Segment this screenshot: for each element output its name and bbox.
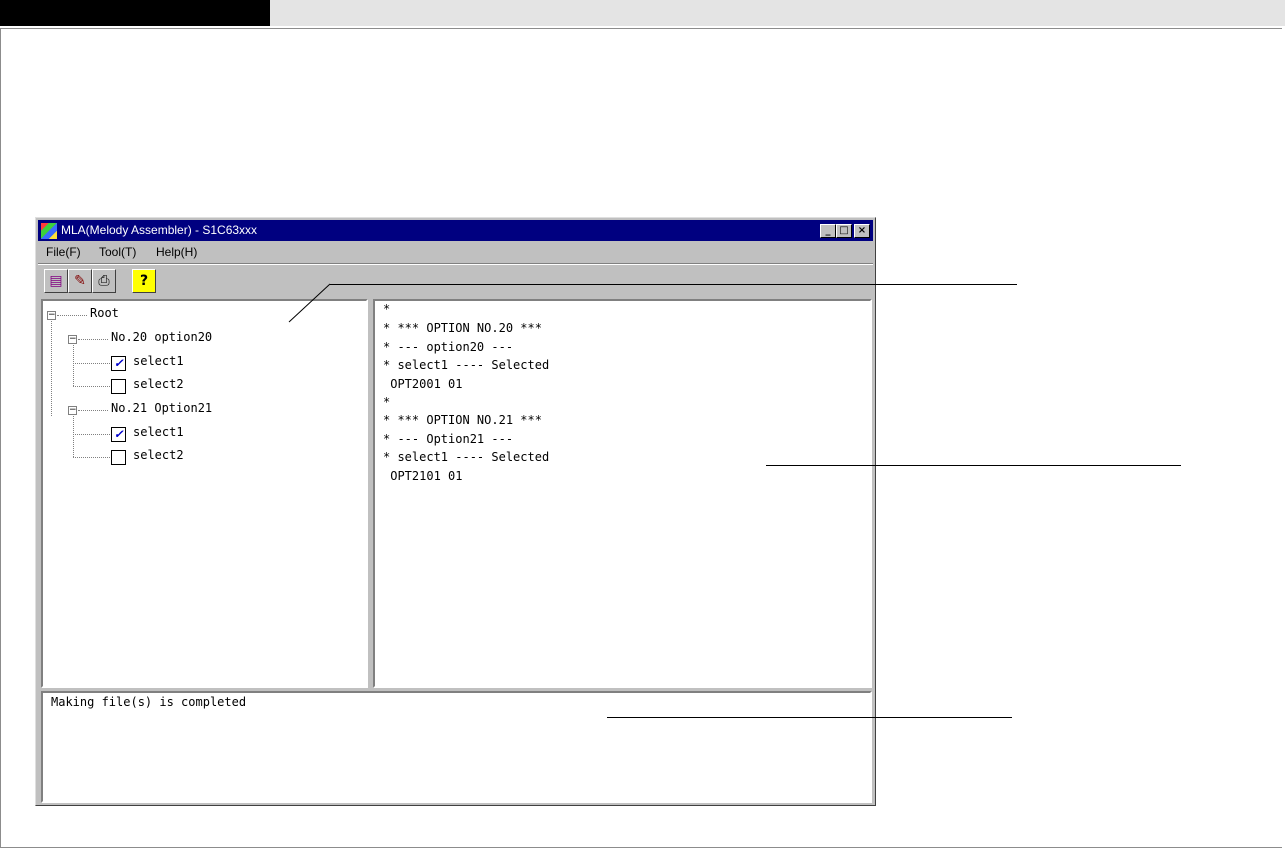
tree-connector	[73, 386, 110, 387]
collapse-icon[interactable]: −	[47, 311, 56, 320]
output-line: * *** OPTION NO.20 ***	[383, 321, 542, 335]
select1-checkbox[interactable]: ✓	[111, 427, 126, 442]
output-text-pane[interactable]: * * *** OPTION NO.20 *** * --- option20 …	[373, 299, 872, 688]
tree-option-21[interactable]: No.21 Option21	[111, 401, 212, 415]
tree-select-label[interactable]: select1	[133, 425, 184, 439]
tree-option-20[interactable]: No.20 option20	[111, 330, 212, 344]
menu-bar: File(F) Tool(T) Help(H)	[38, 242, 873, 262]
tree-connector	[78, 339, 108, 340]
tree-select-label[interactable]: select2	[133, 377, 184, 391]
callout-line-message	[607, 717, 1012, 718]
callout-line-output	[766, 465, 1181, 466]
tree-connector	[73, 434, 110, 435]
toolbar: ▤ ✎ ⎙ ?	[38, 266, 873, 294]
collapse-icon[interactable]: −	[68, 406, 77, 415]
tree-connector	[51, 321, 52, 416]
output-line: * select1 ---- Selected	[383, 450, 550, 464]
select1-checkbox[interactable]: ✓	[111, 356, 126, 371]
output-line: * --- option20 ---	[383, 340, 514, 354]
menu-tool[interactable]: Tool(T)	[99, 245, 136, 259]
callout-line-tree	[330, 284, 1017, 285]
menu-file[interactable]: File(F)	[46, 245, 81, 259]
output-line: *	[383, 395, 391, 409]
tree-connector	[78, 410, 108, 411]
window-title: MLA(Melody Assembler) - S1C63xxx	[61, 223, 258, 237]
tree-root[interactable]: Root	[90, 306, 119, 320]
print-icon[interactable]: ⎙	[92, 269, 116, 293]
collapse-icon[interactable]: −	[68, 335, 77, 344]
status-message: Making file(s) is completed	[51, 695, 247, 709]
app-icon[interactable]	[41, 223, 57, 239]
edit-icon[interactable]: ✎	[68, 269, 92, 293]
tree-select-label[interactable]: select1	[133, 354, 184, 368]
menu-help[interactable]: Help(H)	[156, 245, 197, 259]
output-line: *	[383, 302, 391, 316]
callout-leader-tree	[288, 283, 331, 323]
tree-connector	[73, 345, 74, 386]
select2-checkbox[interactable]	[111, 379, 126, 394]
message-pane[interactable]: Making file(s) is completed	[41, 691, 872, 803]
tree-connector	[73, 363, 110, 364]
output-line: * *** OPTION NO.21 ***	[383, 413, 542, 427]
menu-separator	[38, 263, 873, 265]
title-bar[interactable]: MLA(Melody Assembler) - S1C63xxx _ □ ×	[38, 220, 873, 241]
tree-select-label[interactable]: select2	[133, 448, 184, 462]
page-header-gray-band	[270, 0, 1285, 26]
output-line: * select1 ---- Selected	[383, 358, 550, 372]
make-file-icon[interactable]: ▤	[44, 269, 68, 293]
tree-connector	[73, 457, 110, 458]
close-button[interactable]: ×	[854, 224, 870, 238]
output-line: OPT2001 01	[383, 377, 463, 391]
page-header-black-block	[0, 0, 270, 26]
help-icon[interactable]: ?	[132, 269, 156, 293]
maximize-button[interactable]: □	[836, 224, 852, 238]
output-line: OPT2101 01	[383, 469, 463, 483]
minimize-button[interactable]: _	[820, 224, 836, 238]
tree-connector	[57, 315, 87, 316]
select2-checkbox[interactable]	[111, 450, 126, 465]
option-tree-pane[interactable]: − Root − No.20 option20 ✓ select1 select…	[41, 299, 368, 688]
output-line: * --- Option21 ---	[383, 432, 514, 446]
tree-connector	[73, 416, 74, 457]
